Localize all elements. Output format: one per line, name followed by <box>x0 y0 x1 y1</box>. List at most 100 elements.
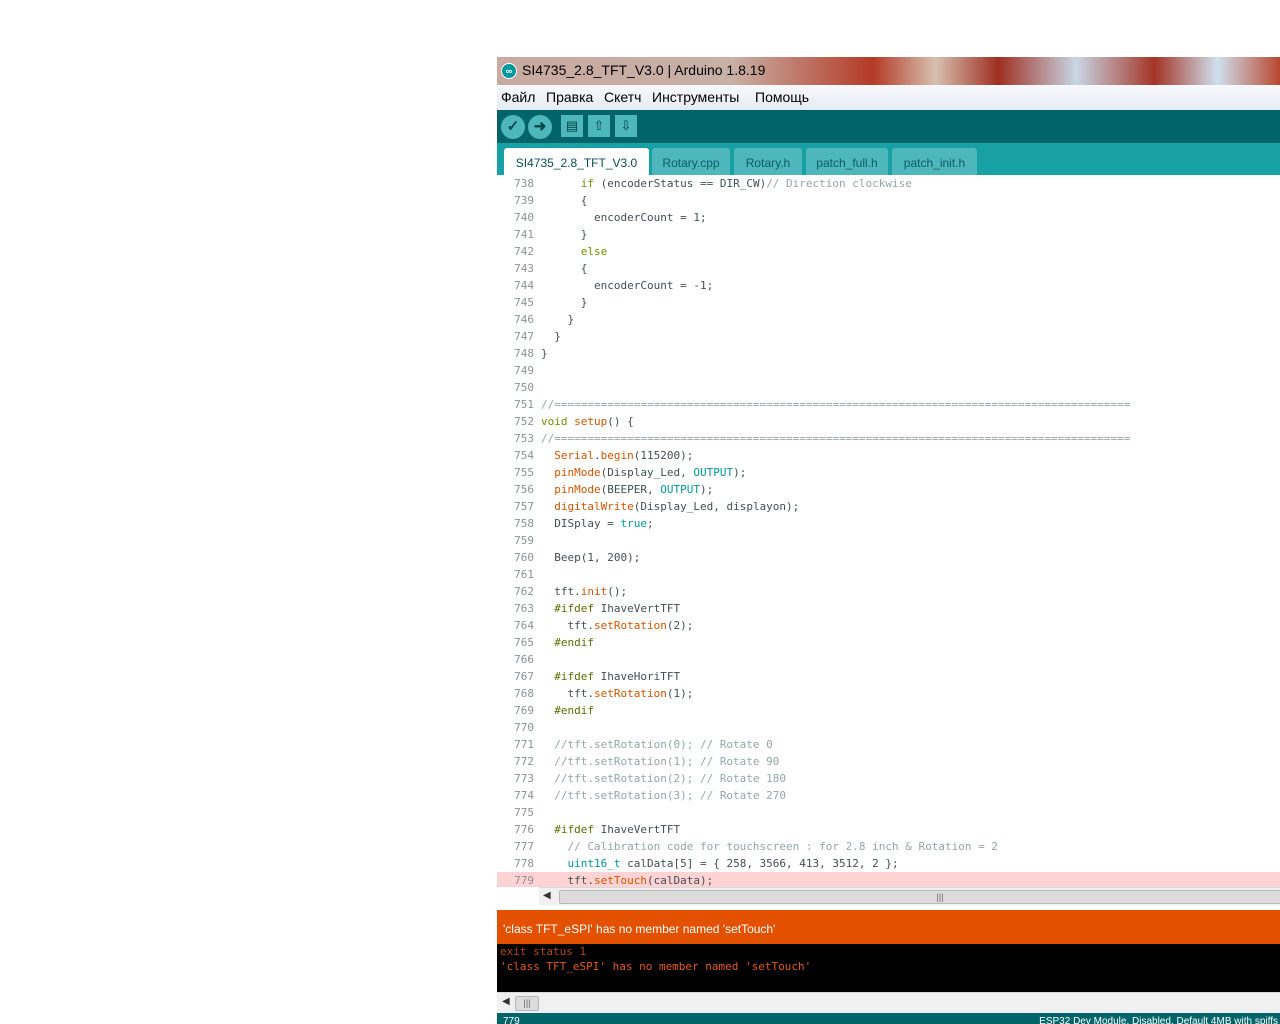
code-line[interactable]: 763 #ifdef IhaveVertTFT <box>497 600 1280 617</box>
code-line[interactable]: 744 encoderCount = -1; <box>497 277 1280 294</box>
code-text: } <box>541 347 548 360</box>
new-file-icon: ▤ <box>565 118 579 133</box>
line-number: 755 <box>514 466 534 479</box>
code-line[interactable]: 758 DISplay = true; <box>497 515 1280 532</box>
code-line[interactable]: 762 tft.init(); <box>497 583 1280 600</box>
console-output[interactable]: exit status 1 'class TFT_eSPI' has no me… <box>497 944 1280 992</box>
status-line-number: 779 <box>503 1016 520 1024</box>
menu-tools[interactable]: Инструменты <box>652 89 739 105</box>
toolbar: ✓ ➜ ▤ ⇧ ⇩ <box>497 110 1280 143</box>
line-number: 773 <box>514 772 534 785</box>
code-line[interactable]: 765 #endif <box>497 634 1280 651</box>
code-line[interactable]: 746 } <box>497 311 1280 328</box>
verify-button[interactable]: ✓ <box>501 115 525 139</box>
line-number: 747 <box>514 330 534 343</box>
code-line[interactable]: 773 //tft.setRotation(2); // Rotate 180 <box>497 770 1280 787</box>
code-line[interactable]: 755 pinMode(Display_Led, OUTPUT); <box>497 464 1280 481</box>
code-line[interactable]: 739 { <box>497 192 1280 209</box>
new-sketch-button[interactable]: ▤ <box>561 115 583 137</box>
tab-patch-full[interactable]: patch_full.h <box>806 148 888 175</box>
line-number: 748 <box>514 347 534 360</box>
code-line[interactable]: 776 #ifdef IhaveVertTFT <box>497 821 1280 838</box>
code-editor[interactable]: 738 if (encoderStatus == DIR_CW)// Direc… <box>497 175 1280 887</box>
error-message-bar: 'class TFT_eSPI' has no member named 'se… <box>497 910 1280 944</box>
line-number: 765 <box>514 636 534 649</box>
code-line[interactable]: 778 uint16_t calData[5] = { 258, 3566, 4… <box>497 855 1280 872</box>
code-text: } <box>541 330 561 343</box>
console-horizontal-scrollbar[interactable]: ◀ ||| <box>497 992 1280 1013</box>
line-number: 745 <box>514 296 534 309</box>
line-number: 767 <box>514 670 534 683</box>
console-line: exit status 1 <box>500 945 587 958</box>
code-line[interactable]: 774 //tft.setRotation(3); // Rotate 270 <box>497 787 1280 804</box>
tab-rotary-h[interactable]: Rotary.h <box>734 148 802 175</box>
code-line[interactable]: 772 //tft.setRotation(1); // Rotate 90 <box>497 753 1280 770</box>
line-number: 758 <box>514 517 534 530</box>
code-line[interactable]: 741 } <box>497 226 1280 243</box>
code-line[interactable]: 771 //tft.setRotation(0); // Rotate 0 <box>497 736 1280 753</box>
code-line[interactable]: 738 if (encoderStatus == DIR_CW)// Direc… <box>497 175 1280 192</box>
code-line[interactable]: 767 #ifdef IhaveHoriTFT <box>497 668 1280 685</box>
scrollbar-thumb[interactable]: ||| <box>559 890 1280 904</box>
code-line[interactable]: 742 else <box>497 243 1280 260</box>
code-line[interactable]: 745 } <box>497 294 1280 311</box>
code-line[interactable]: 768 tft.setRotation(1); <box>497 685 1280 702</box>
scrollbar-thumb[interactable]: ||| <box>515 996 539 1011</box>
line-number: 762 <box>514 585 534 598</box>
code-line[interactable]: 756 pinMode(BEEPER, OUTPUT); <box>497 481 1280 498</box>
line-number: 742 <box>514 245 534 258</box>
code-line[interactable]: 754 Serial.begin(115200); <box>497 447 1280 464</box>
code-line[interactable]: 760 Beep(1, 200); <box>497 549 1280 566</box>
upload-button[interactable]: ➜ <box>528 115 552 139</box>
code-line[interactable]: 748} <box>497 345 1280 362</box>
code-line[interactable]: 743 { <box>497 260 1280 277</box>
title-bar[interactable]: ∞ SI4735_2.8_TFT_V3.0 | Arduino 1.8.19 <box>497 57 1280 85</box>
code-line[interactable]: 766 <box>497 651 1280 668</box>
code-line[interactable]: 740 encoderCount = 1; <box>497 209 1280 226</box>
tab-bar: SI4735_2.8_TFT_V3.0 Rotary.cpp Rotary.h … <box>497 143 1280 175</box>
code-line[interactable]: 747 } <box>497 328 1280 345</box>
code-text: } <box>541 296 588 309</box>
code-line[interactable]: 753 //===================================… <box>497 430 1280 447</box>
code-line[interactable]: 777 // Calibration code for touchscreen … <box>497 838 1280 855</box>
arduino-ide-window: ∞ SI4735_2.8_TFT_V3.0 | Arduino 1.8.19 Ф… <box>497 57 1280 1024</box>
tab-patch-init[interactable]: patch_init.h <box>892 148 977 175</box>
code-text: tft.setTouch(calData); <box>541 874 714 887</box>
menu-file[interactable]: Файл <box>501 89 535 105</box>
code-text: Serial.begin(115200); <box>554 449 694 462</box>
code-line[interactable]: 770 <box>497 719 1280 736</box>
line-number: 774 <box>514 789 534 802</box>
code-line-error[interactable]: 779 tft.setTouch(calData); <box>497 872 1280 887</box>
code-text: encoderCount = -1; <box>541 279 714 292</box>
code-line[interactable]: 775 <box>497 804 1280 821</box>
code-line[interactable]: 751 //===================================… <box>497 396 1280 413</box>
code-text: //======================================… <box>541 398 1131 411</box>
code-text: //tft.setRotation(3); // Rotate 270 <box>554 789 787 802</box>
console-line: 'class TFT_eSPI' has no member named 'se… <box>500 960 812 973</box>
scroll-left-icon[interactable]: ◀ <box>543 890 551 901</box>
code-line[interactable]: 759 <box>497 532 1280 549</box>
editor-horizontal-scrollbar[interactable]: ◀ ||| <box>539 887 1280 905</box>
code-text: #ifdef IhaveVertTFT <box>554 602 681 615</box>
open-sketch-button[interactable]: ⇧ <box>588 115 610 137</box>
line-number: 739 <box>514 194 534 207</box>
status-board-info: ESP32 Dev Module, Disabled, Default 4MB … <box>1039 1016 1278 1024</box>
save-sketch-button[interactable]: ⇩ <box>615 115 637 137</box>
code-line[interactable]: 749 <box>497 362 1280 379</box>
code-line[interactable]: 757 digitalWrite(Display_Led, displayon)… <box>497 498 1280 515</box>
code-line[interactable]: 752 void setup() { <box>497 413 1280 430</box>
menu-help[interactable]: Помощь <box>755 89 809 105</box>
code-line[interactable]: 764 tft.setRotation(2); <box>497 617 1280 634</box>
scroll-left-icon[interactable]: ◀ <box>502 996 510 1007</box>
menu-edit[interactable]: Правка <box>546 89 593 105</box>
line-number: 744 <box>514 279 534 292</box>
line-number: 749 <box>514 364 534 377</box>
code-line[interactable]: 769 #endif <box>497 702 1280 719</box>
code-line[interactable]: 761 <box>497 566 1280 583</box>
tab-rotary-cpp[interactable]: Rotary.cpp <box>652 148 730 175</box>
code-text: if (encoderStatus == DIR_CW)// Direction… <box>580 177 912 190</box>
line-number: 738 <box>514 177 534 190</box>
menu-sketch[interactable]: Скетч <box>604 89 641 105</box>
tab-si4735[interactable]: SI4735_2.8_TFT_V3.0 <box>504 148 649 175</box>
code-line[interactable]: 750 <box>497 379 1280 396</box>
